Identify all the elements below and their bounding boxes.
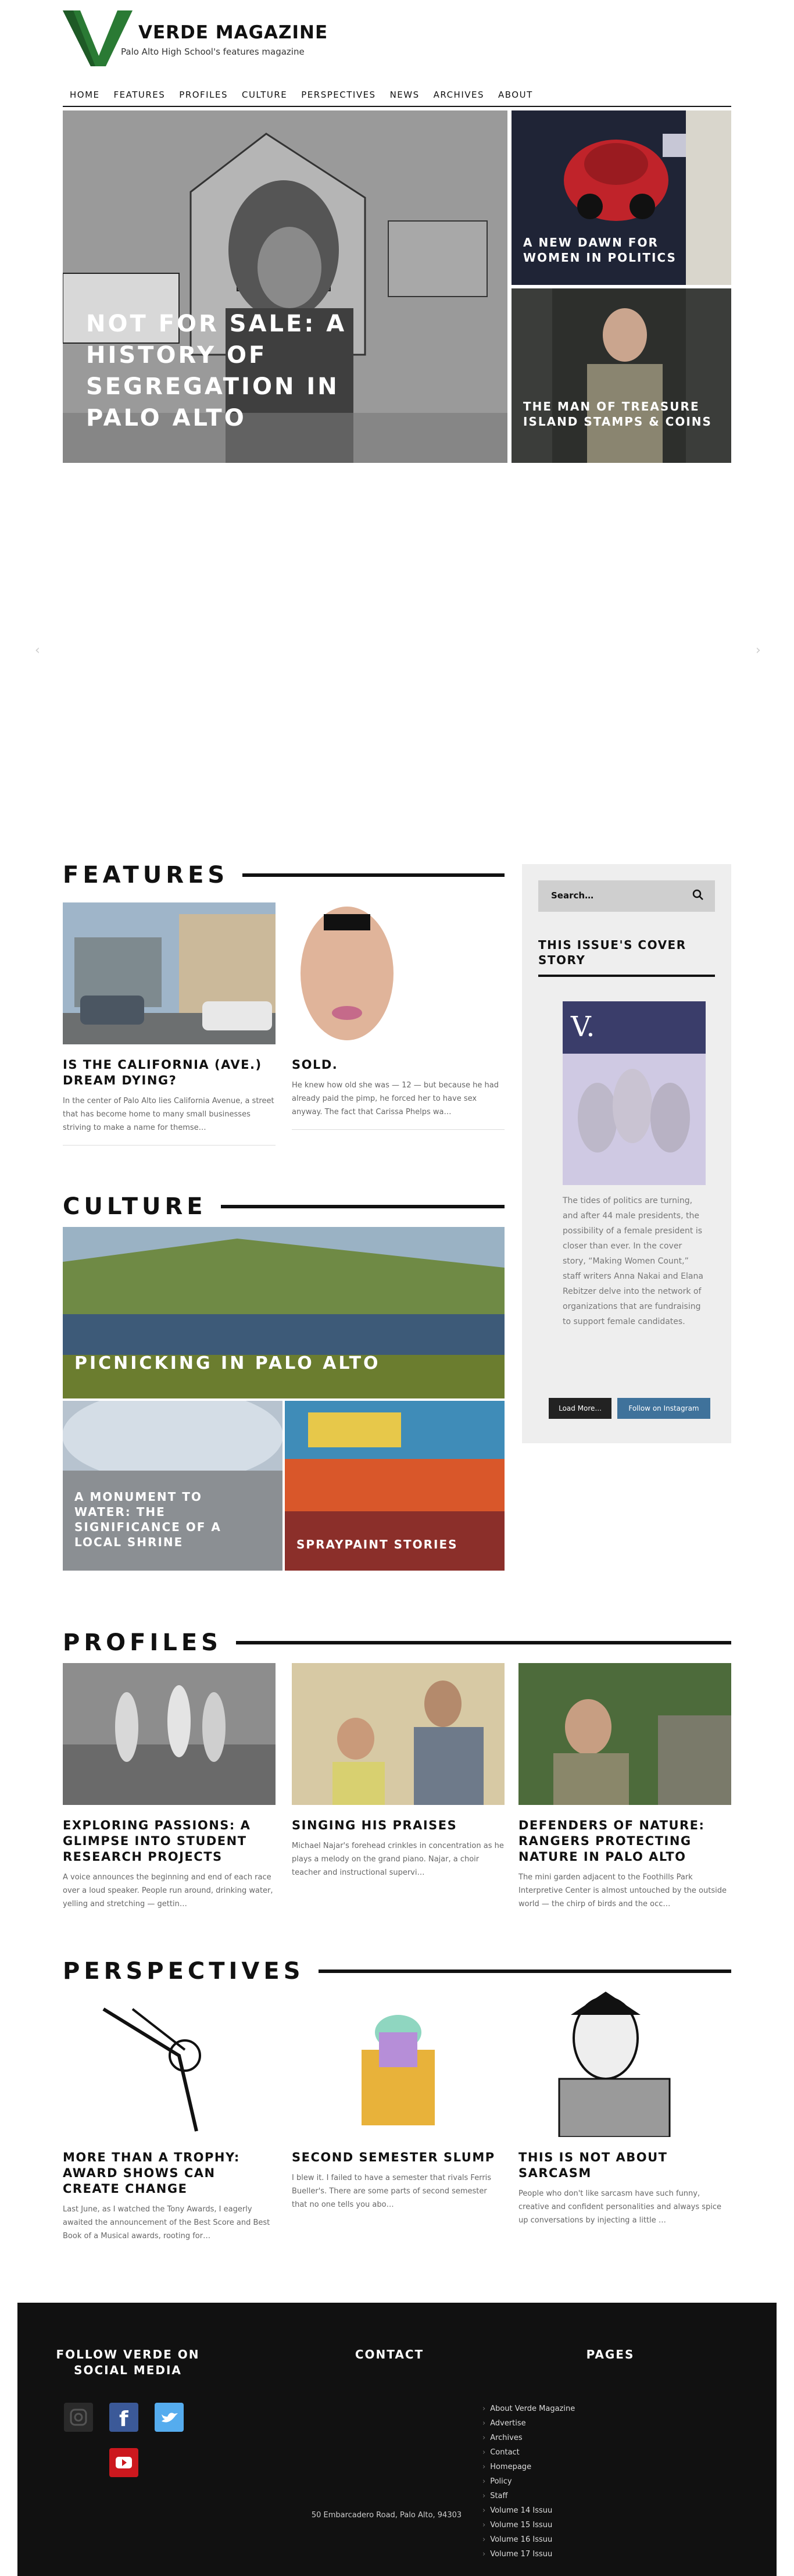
profile-image-singing	[292, 1663, 505, 1805]
footer-pages-list: About Verde Magazine Advertise Archives …	[482, 2402, 575, 2561]
perspective-image-sarcasm	[518, 1992, 731, 2138]
profiles-title[interactable]: PROFILES	[63, 1629, 236, 1656]
footer-contact-heading: CONTACT	[355, 2347, 424, 2361]
card-divider	[292, 1129, 505, 1130]
culture-tile-title-1[interactable]: A MONUMENT TO WATER: THE SIGNIFICANCE OF…	[74, 1489, 249, 1550]
perspectives-section: PERSPECTIVES MORE THAN A TROPHY: AWARD S…	[63, 1957, 731, 2240]
perspective-excerpt: People who don't like sarcasm have such …	[518, 2189, 722, 2225]
footer-link[interactable]: Homepage	[482, 2460, 575, 2474]
slider-prev-icon[interactable]: ‹	[35, 643, 40, 658]
search-input[interactable]: Search…	[538, 880, 715, 912]
cover-story-text: The tides of politics are turning, and a…	[563, 1196, 703, 1326]
perspective-image-trophy	[63, 1992, 276, 2137]
footer-pages-heading: PAGES	[586, 2347, 635, 2361]
features-section: FEATURES IS THE CALIFORNIA (AVE.) DREAM …	[63, 861, 505, 1146]
footer-link[interactable]: Contact	[482, 2445, 575, 2460]
perspectives-heading: PERSPECTIVES	[63, 1957, 731, 1986]
feature-image-sold	[292, 902, 505, 1044]
feature-card[interactable]: IS THE CALIFORNIA (AVE.) DREAM DYING? In…	[63, 902, 276, 1146]
perspective-title[interactable]: THIS IS NOT ABOUT SARCASM	[518, 2150, 731, 2181]
feature-excerpt: He knew how old she was — 12 — but becau…	[292, 1081, 499, 1116]
perspective-title[interactable]: MORE THAN A TROPHY: AWARD SHOWS CAN CREA…	[63, 2150, 276, 2197]
footer-link[interactable]: About Verde Magazine	[482, 2402, 575, 2416]
cover-story-heading: THIS ISSUE'S COVER STORY	[538, 938, 686, 967]
culture-tile-1[interactable]: A MONUMENT TO WATER: THE SIGNIFICANCE OF…	[63, 1401, 282, 1571]
perspective-card[interactable]: SECOND SEMESTER SLUMP I blew it. I faile…	[292, 1992, 505, 2211]
profile-title[interactable]: DEFENDERS OF NATURE: RANGERS PROTECTING …	[518, 1818, 731, 1865]
perspectives-title[interactable]: PERSPECTIVES	[63, 1958, 319, 1985]
card-divider	[63, 1145, 276, 1146]
culture-section: CULTURE PICNICKING IN PALO ALTO A MONUME…	[63, 1192, 505, 1571]
profile-title[interactable]: SINGING HIS PRAISES	[292, 1818, 505, 1833]
perspective-title[interactable]: SECOND SEMESTER SLUMP	[292, 2150, 505, 2165]
perspective-card[interactable]: MORE THAN A TROPHY: AWARD SHOWS CAN CREA…	[63, 1992, 276, 2243]
cover-image[interactable]: V.	[563, 1001, 706, 1185]
features-heading: FEATURES	[63, 861, 505, 890]
perspectives-rule	[318, 1970, 731, 1973]
feature-card[interactable]: SOLD. He knew how old she was — 12 — but…	[292, 902, 505, 1130]
twitter-icon[interactable]	[155, 2403, 184, 2432]
features-title[interactable]: FEATURES	[63, 862, 242, 889]
follow-instagram-button[interactable]: Follow on Instagram	[617, 1398, 710, 1419]
footer-link[interactable]: Volume 16 Issuu	[482, 2532, 575, 2547]
culture-heading: CULTURE	[63, 1192, 505, 1221]
profiles-section: PROFILES EXPLORING PASSIONS: A GLIMPSE I…	[63, 1628, 731, 1908]
profile-title[interactable]: EXPLORING PASSIONS: A GLIMPSE INTO STUDE…	[63, 1818, 276, 1865]
svg-text:f: f	[119, 2407, 128, 2431]
profile-image-research	[63, 1663, 276, 1805]
profile-image-rangers	[518, 1663, 731, 1805]
culture-tile-title-2[interactable]: SPRAYPAINT STORIES	[296, 1537, 458, 1552]
culture-main-title[interactable]: PICNICKING IN PALO ALTO	[74, 1355, 381, 1372]
perspective-excerpt: I blew it. I failed to have a semester t…	[292, 2174, 492, 2209]
feature-title[interactable]: SOLD.	[292, 1057, 505, 1073]
culture-tile-2[interactable]: SPRAYPAINT STORIES	[285, 1401, 505, 1571]
cover-art: V.	[563, 1001, 706, 1185]
profile-excerpt: Michael Najar's forehead crinkles in con…	[292, 1842, 504, 1877]
slider-next-icon[interactable]: ›	[756, 643, 761, 658]
profile-card[interactable]: EXPLORING PASSIONS: A GLIMPSE INTO STUDE…	[63, 1663, 276, 1911]
sidebar: Search… THIS ISSUE'S COVER STORY V. The …	[522, 864, 731, 1443]
feature-title[interactable]: IS THE CALIFORNIA (AVE.) DREAM DYING?	[63, 1057, 276, 1089]
profile-card[interactable]: DEFENDERS OF NATURE: RANGERS PROTECTING …	[518, 1663, 731, 1911]
perspective-image-slump	[292, 1992, 505, 2137]
culture-rule	[220, 1205, 505, 1208]
profile-card[interactable]: SINGING HIS PRAISES Michael Najar's fore…	[292, 1663, 505, 1879]
footer-link[interactable]: Archives	[482, 2431, 575, 2445]
feature-image-california	[63, 902, 276, 1044]
cover-story-rule	[538, 975, 715, 977]
search-icon[interactable]	[692, 889, 704, 901]
footer-address: 50 Embarcadero Road, Palo Alto, 94303	[311, 2511, 462, 2520]
youtube-icon[interactable]	[109, 2448, 138, 2477]
feature-excerpt: In the center of Palo Alto lies Californ…	[63, 1097, 274, 1132]
profiles-rule	[235, 1641, 731, 1644]
culture-title[interactable]: CULTURE	[63, 1193, 221, 1220]
facebook-icon[interactable]: f	[109, 2403, 138, 2432]
features-rule	[242, 873, 505, 877]
profile-excerpt: The mini garden adjacent to the Foothill…	[518, 1873, 727, 1908]
footer-link[interactable]: Policy	[482, 2474, 575, 2489]
instagram-icon[interactable]	[64, 2403, 93, 2432]
footer-social-heading: FOLLOW VERDE ON SOCIAL MEDIA	[56, 2347, 200, 2377]
footer-link[interactable]: Volume 17 Issuu	[482, 2547, 575, 2561]
footer-link[interactable]: Staff	[482, 2489, 575, 2503]
search-placeholder: Search…	[551, 890, 594, 901]
footer-link[interactable]: Advertise	[482, 2416, 575, 2431]
perspective-excerpt: Last June, as I watched the Tony Awards,…	[63, 2205, 270, 2240]
profiles-heading: PROFILES	[63, 1628, 731, 1657]
footer-link[interactable]: Volume 15 Issuu	[482, 2518, 575, 2532]
profile-excerpt: A voice announces the beginning and end …	[63, 1873, 273, 1908]
perspective-card[interactable]: THIS IS NOT ABOUT SARCASM People who don…	[518, 1992, 731, 2227]
site-footer: FOLLOW VERDE ON SOCIAL MEDIA CONTACT PAG…	[17, 2303, 777, 2576]
svg-text:V.: V.	[570, 1011, 595, 1043]
culture-main-story[interactable]: PICNICKING IN PALO ALTO	[63, 1227, 505, 1398]
load-more-button[interactable]: Load More...	[549, 1398, 611, 1419]
